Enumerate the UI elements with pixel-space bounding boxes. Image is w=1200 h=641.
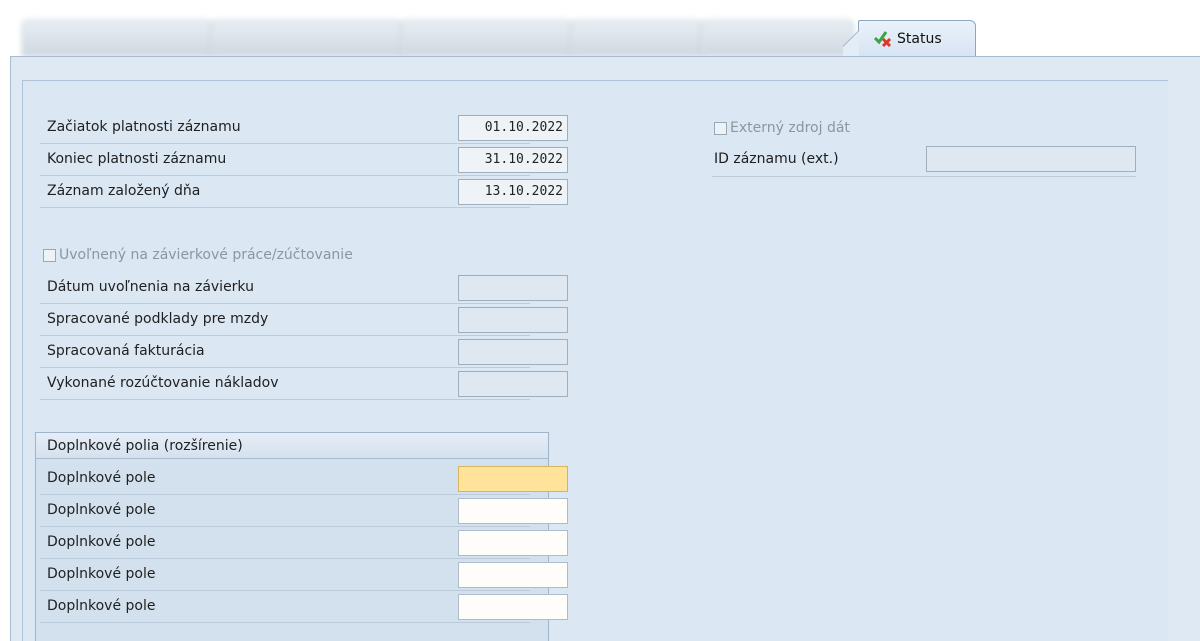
extra-fields-title: Doplnkové polia (rozšírenie) [36, 433, 548, 459]
end-date-row: Koniec platnosti záznamu 31.10.2022 [40, 144, 568, 176]
external-source-label: Externý zdroj dát [730, 120, 850, 136]
extra-field-label: Doplnkové pole [47, 598, 156, 614]
extra-field-input[interactable] [458, 594, 568, 620]
start-date-label: Začiatok platnosti záznamu [47, 119, 241, 135]
payroll-processed-label: Spracované podklady pre mzdy [47, 311, 269, 327]
created-date-field[interactable]: 13.10.2022 [458, 179, 568, 205]
end-date-field[interactable]: 31.10.2022 [458, 147, 568, 173]
release-date-label: Dátum uvoľnenia na závierku [47, 279, 254, 295]
payroll-processed-row: Spracované podklady pre mzdy [40, 304, 568, 336]
created-date-row: Záznam založený dňa 13.10.2022 [40, 176, 568, 208]
extra-field-input[interactable] [458, 466, 568, 492]
tab-status[interactable]: Status [843, 20, 976, 57]
external-id-label: ID záznamu (ext.) [714, 151, 839, 167]
created-date-label: Záznam založený dňa [47, 183, 201, 199]
end-date-label: Koniec platnosti záznamu [47, 151, 227, 167]
extra-field-label: Doplnkové pole [47, 470, 156, 486]
extra-field-label: Doplnkové pole [47, 566, 156, 582]
extra-field-row: Doplnkové pole [40, 463, 568, 495]
cost-allocation-row: Vykonané rozúčtovanie nákladov [40, 368, 568, 400]
external-source-checkbox[interactable]: Externý zdroj dát [714, 120, 850, 136]
extra-field-row: Doplnkové pole [40, 591, 568, 623]
extra-field-input[interactable] [458, 498, 568, 524]
extra-field-row: Doplnkové pole [40, 559, 568, 591]
extra-field-input[interactable] [458, 530, 568, 556]
extra-field-label: Doplnkové pole [47, 502, 156, 518]
release-date-field[interactable] [458, 275, 568, 301]
start-date-row: Začiatok platnosti záznamu 01.10.2022 [40, 112, 568, 144]
extra-field-label: Doplnkové pole [47, 534, 156, 550]
extra-field-input[interactable] [458, 562, 568, 588]
invoicing-processed-field[interactable] [458, 339, 568, 365]
tab-blurred-3[interactable] [402, 20, 574, 57]
extra-field-row: Doplnkové pole [40, 527, 568, 559]
released-checkbox[interactable]: Uvoľnený na závierkové práce/zúčtovanie [43, 247, 353, 263]
tab-blurred-2[interactable] [212, 20, 404, 57]
payroll-processed-field[interactable] [458, 307, 568, 333]
tab-blurred-4[interactable] [572, 20, 704, 57]
released-checkbox-label: Uvoľnený na závierkové práce/zúčtovanie [59, 247, 353, 263]
status-check-icon [873, 30, 895, 48]
invoicing-processed-row: Spracovaná fakturácia [40, 336, 568, 368]
external-id-field[interactable] [926, 146, 1136, 172]
start-date-field[interactable]: 01.10.2022 [458, 115, 568, 141]
tab-status-label: Status [897, 31, 942, 47]
tab-blurred-1[interactable] [22, 20, 214, 57]
cost-allocation-field[interactable] [458, 371, 568, 397]
external-id-row: ID záznamu (ext.) [712, 145, 1136, 177]
tab-blurred-5[interactable] [702, 20, 854, 57]
released-checkbox-box[interactable] [43, 248, 56, 262]
cost-allocation-label: Vykonané rozúčtovanie nákladov [47, 375, 279, 391]
extra-field-row: Doplnkové pole [40, 495, 568, 527]
release-date-row: Dátum uvoľnenia na závierku [40, 272, 568, 304]
invoicing-processed-label: Spracovaná fakturácia [47, 343, 205, 359]
tab-strip: Status [0, 0, 1200, 57]
external-source-checkbox-box[interactable] [714, 121, 727, 135]
